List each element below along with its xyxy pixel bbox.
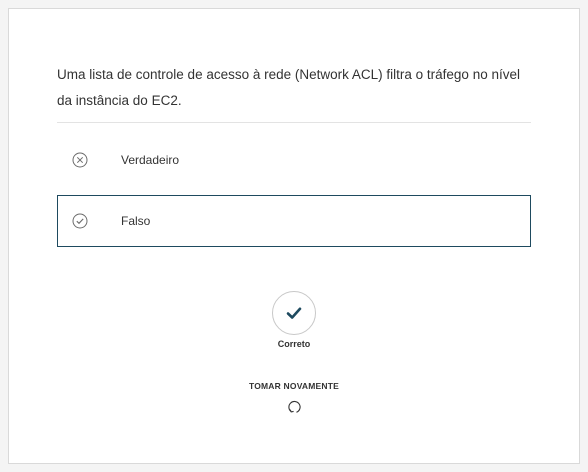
retake-label: TOMAR NOVAMENTE	[248, 381, 340, 391]
refresh-icon[interactable]	[286, 399, 302, 415]
retake-button[interactable]: TOMAR NOVAMENTE	[214, 381, 374, 421]
x-circle-icon	[72, 152, 88, 168]
result-label: Correto	[277, 339, 311, 349]
option-label: Verdadeiro	[121, 153, 180, 167]
check-circle-icon	[72, 213, 88, 229]
option-verdadeiro[interactable]: Verdadeiro	[57, 134, 531, 186]
checkmark-icon	[286, 307, 302, 319]
divider	[57, 122, 531, 123]
question-text: Uma lista de controle de acesso à rede (…	[57, 67, 520, 108]
quiz-card: Uma lista de controle de acesso à rede (…	[8, 8, 580, 464]
option-falso[interactable]: Falso	[57, 195, 531, 247]
result-badge	[272, 291, 316, 335]
option-label: Falso	[121, 214, 151, 228]
